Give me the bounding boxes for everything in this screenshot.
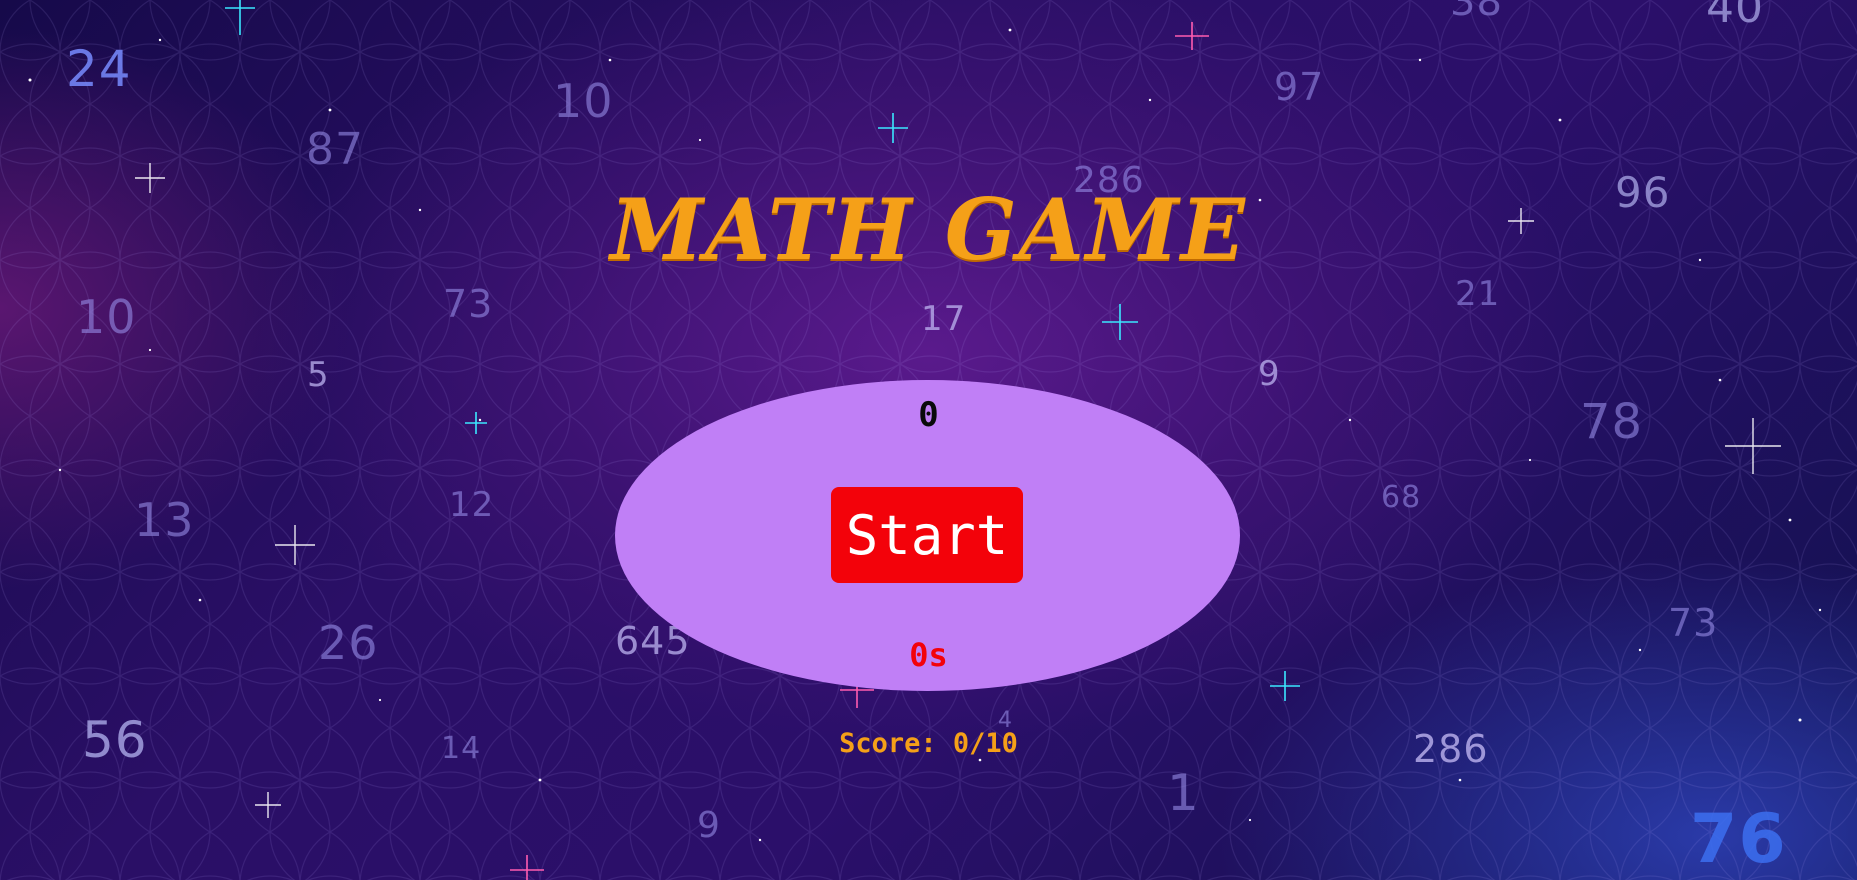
bg-number: 21: [1455, 274, 1501, 314]
start-button[interactable]: Start: [831, 487, 1023, 583]
timer-display: 0s: [909, 636, 948, 674]
score-display: Score: 0/10: [839, 728, 1018, 759]
bg-number: 9: [697, 805, 721, 846]
bg-number: 10: [76, 290, 137, 344]
bg-number: 68: [1381, 480, 1422, 515]
bg-number: 9: [1258, 354, 1281, 394]
question-display: 0: [918, 395, 939, 435]
bg-number: 17: [921, 299, 967, 339]
bg-number: 40: [1706, 0, 1764, 33]
bg-number: 13: [134, 493, 195, 547]
bg-number: 5: [307, 355, 330, 395]
bg-number: 76: [1690, 800, 1787, 879]
game-title: MATH GAME: [610, 180, 1247, 279]
bg-number: 24: [66, 40, 132, 98]
bg-number: 38: [1450, 0, 1503, 25]
bg-number: 73: [443, 282, 494, 326]
bg-number: 1: [1167, 764, 1200, 822]
bg-number: 10: [553, 74, 614, 128]
bg-number: 97: [1274, 65, 1325, 109]
bg-number: 12: [449, 485, 495, 525]
bg-number: 87: [306, 124, 364, 175]
